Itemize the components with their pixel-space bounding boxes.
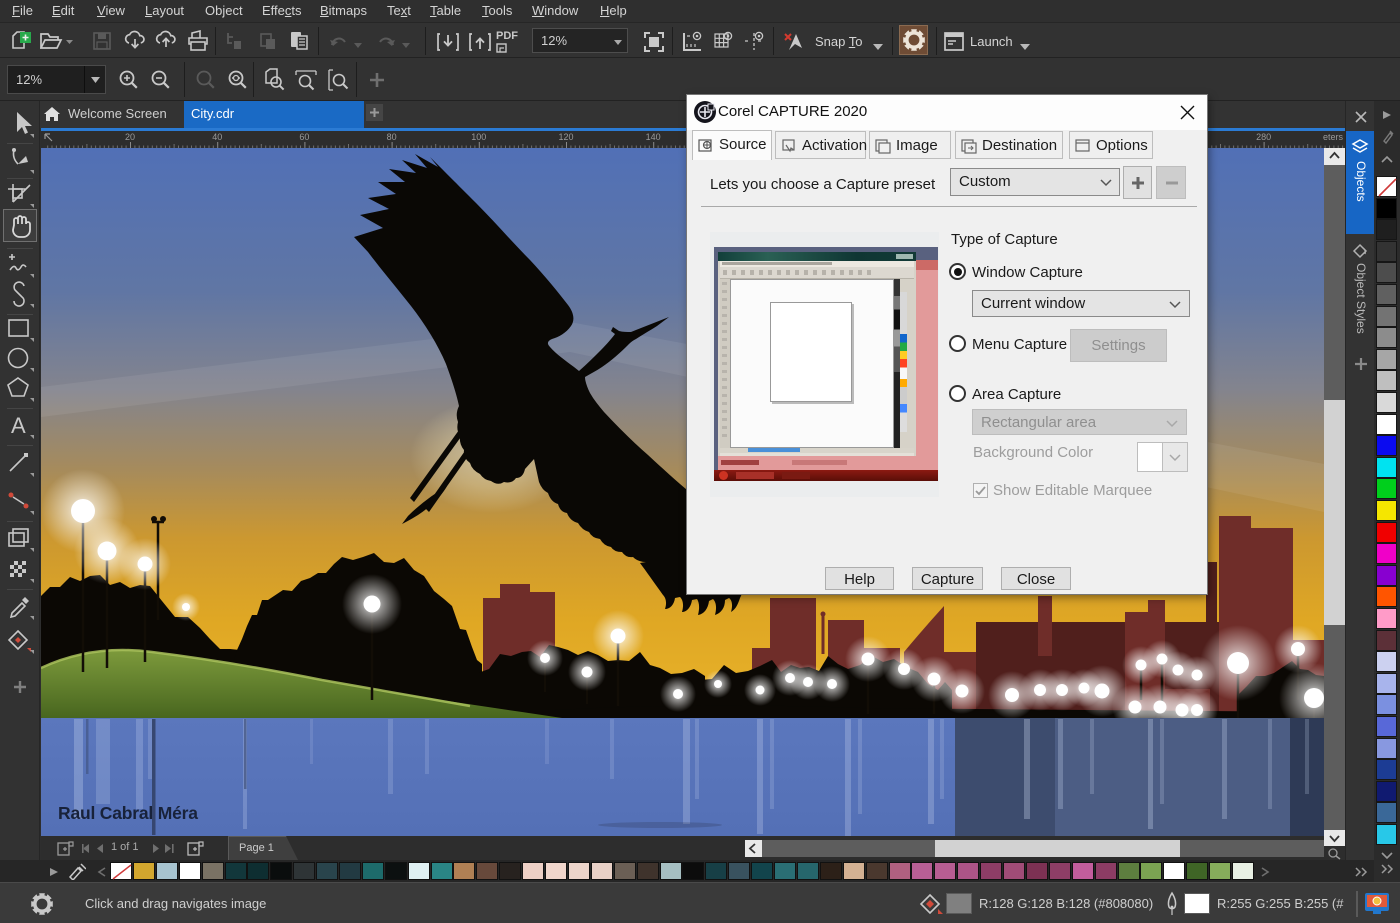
svg-text:120: 120 [558, 132, 573, 142]
svg-text:280: 280 [1256, 132, 1271, 142]
svg-text:140: 140 [646, 132, 661, 142]
svg-text:40: 40 [212, 132, 222, 142]
svg-text:100: 100 [471, 132, 486, 142]
svg-text:60: 60 [299, 132, 309, 142]
svg-text:eters: eters [1323, 132, 1344, 142]
svg-text:Raul Cabral Méra: Raul Cabral Méra [58, 803, 198, 823]
svg-text:80: 80 [387, 132, 397, 142]
svg-text:A: A [11, 413, 26, 438]
svg-text:20: 20 [125, 132, 135, 142]
